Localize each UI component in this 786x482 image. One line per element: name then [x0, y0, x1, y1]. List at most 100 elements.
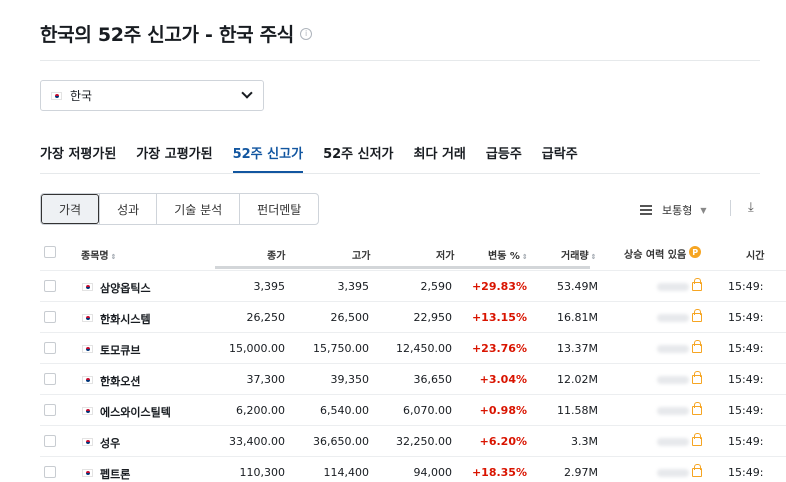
tab-most-active[interactable]: 최다 거래 — [414, 138, 466, 174]
time-cell: 15:49: — [728, 373, 764, 386]
row-checkbox[interactable] — [44, 373, 56, 385]
volume-cell: 11.58M — [557, 404, 598, 417]
price-cell: 37,300 — [246, 373, 286, 386]
price-cell: 6,200.00 — [236, 404, 285, 417]
tab-most-undervalued[interactable]: 가장 저평가된 — [40, 138, 116, 174]
change-cell: +3.04% — [479, 373, 527, 386]
header-volume-label: 거래량 — [561, 251, 589, 262]
korea-flag-icon — [51, 91, 62, 100]
low-cell: 22,950 — [413, 311, 453, 324]
header-price[interactable]: 종가 — [267, 247, 285, 262]
blurred-value — [657, 283, 689, 291]
download-icon[interactable]: ⤓ — [748, 200, 754, 215]
stock-name-link[interactable]: 에스와이스틸텍 — [100, 404, 171, 420]
tab-52-week-high[interactable]: 52주 신고가 — [232, 138, 304, 174]
stock-name-link[interactable]: 한화오션 — [100, 373, 140, 389]
header-name-label: 종목명 — [81, 251, 109, 262]
row-checkbox[interactable] — [44, 311, 56, 323]
stock-name-link[interactable]: 성우 — [100, 435, 120, 451]
screener-tabs: 가장 저평가된 가장 고평가된 52주 신고가 52주 신저가 최다 거래 급등… — [40, 138, 598, 174]
time-cell: 15:49: — [728, 311, 764, 324]
header-volume[interactable]: 거래량 ⇕ — [561, 247, 596, 262]
header-name[interactable]: 종목명 ⇕ — [81, 247, 116, 262]
table-row[interactable]: 한화오션 37,300 39,350 36,650 +3.04% 12.02M 15:49: — [40, 363, 786, 394]
table-row[interactable]: 에스와이스틸텍 6,200.00 6,540.00 6,070.00 +0.98% 11.… — [40, 394, 786, 425]
korea-flag-icon — [82, 438, 93, 446]
low-cell: 36,650 — [413, 373, 453, 386]
header-time[interactable]: 시간 — [746, 247, 764, 262]
high-cell: 15,750.00 — [313, 342, 369, 355]
sort-icon: ⇕ — [521, 253, 528, 261]
stock-name-link[interactable]: 한화시스템 — [100, 311, 151, 327]
table-row[interactable]: 토모큐브 15,000.00 15,750.00 12,450.00 +23.76% 13… — [40, 332, 786, 363]
table-row[interactable]: 삼양옵틱스 3,395 3,395 2,590 +29.83% 53.49M 15:49: — [40, 270, 786, 301]
row-checkbox[interactable] — [44, 466, 56, 478]
low-cell: 94,000 — [413, 466, 453, 479]
lock-icon[interactable] — [692, 340, 702, 353]
stock-name-link[interactable]: 삼양옵틱스 — [100, 280, 151, 296]
volume-cell: 12.02M — [557, 373, 598, 386]
lock-icon[interactable] — [692, 464, 702, 477]
lock-icon[interactable] — [692, 402, 702, 415]
volume-cell: 2.97M — [564, 466, 598, 479]
segment-fundamental[interactable]: 펀더멘탈 — [239, 194, 318, 224]
header-change-label: 변동 % — [488, 251, 520, 262]
korea-flag-icon — [82, 376, 93, 384]
lock-icon[interactable] — [692, 278, 702, 291]
header-upside[interactable]: 상승 여력 있음 P — [624, 246, 702, 261]
volume-cell: 13.37M — [557, 342, 598, 355]
tab-most-overvalued[interactable]: 가장 고평가된 — [136, 138, 212, 174]
blurred-value — [657, 376, 689, 384]
price-cell: 15,000.00 — [229, 342, 285, 355]
row-checkbox[interactable] — [44, 280, 56, 292]
density-select-label: 보통형 — [662, 204, 693, 217]
table-row[interactable]: 펩트론 110,300 114,400 94,000 +18.35% 2.97M 15:49… — [40, 456, 786, 482]
header-scroll-indicator — [215, 266, 590, 269]
high-cell: 114,400 — [323, 466, 370, 479]
lock-icon[interactable] — [692, 433, 702, 446]
stock-name-link[interactable]: 펩트론 — [100, 466, 130, 482]
chevron-down-icon — [241, 87, 253, 99]
stock-name-link[interactable]: 토모큐브 — [100, 342, 140, 358]
sort-icon: ⇕ — [110, 253, 117, 261]
low-cell: 12,450.00 — [396, 342, 452, 355]
info-icon[interactable]: i — [299, 27, 312, 40]
low-cell: 6,070.00 — [403, 404, 452, 417]
segment-price[interactable]: 가격 — [41, 194, 100, 224]
blurred-value — [657, 469, 689, 477]
table-row[interactable]: 한화시스템 26,250 26,500 22,950 +13.15% 16.81M 15:4… — [40, 301, 786, 332]
korea-flag-icon — [82, 407, 93, 415]
lock-icon[interactable] — [692, 371, 702, 384]
korea-flag-icon — [82, 283, 93, 291]
segment-technical[interactable]: 기술 분석 — [156, 194, 239, 224]
time-cell: 15:49: — [728, 466, 764, 479]
lock-icon[interactable] — [692, 309, 702, 322]
blurred-value — [657, 345, 689, 353]
row-checkbox[interactable] — [44, 342, 56, 354]
tab-top-losers[interactable]: 급락주 — [542, 138, 578, 174]
price-cell: 33,400.00 — [229, 435, 285, 448]
header-high[interactable]: 고가 — [352, 247, 370, 262]
high-cell: 39,350 — [330, 373, 370, 386]
density-select[interactable]: 보통형 ▼ — [640, 202, 707, 218]
country-select[interactable]: 한국 — [40, 80, 264, 111]
high-cell: 26,500 — [330, 311, 370, 324]
row-checkbox[interactable] — [44, 404, 56, 416]
row-checkbox[interactable] — [44, 435, 56, 447]
blurred-value — [657, 438, 689, 446]
change-cell: +6.20% — [479, 435, 527, 448]
page-title-text: 한국의 52주 신고가 - 한국 주식 — [40, 24, 294, 46]
select-all-checkbox[interactable] — [44, 246, 56, 258]
blurred-value — [657, 314, 689, 322]
price-cell: 110,300 — [239, 466, 286, 479]
tab-52-week-low[interactable]: 52주 신저가 — [323, 138, 393, 174]
header-change[interactable]: 변동 % ⇕ — [488, 247, 528, 262]
segment-performance[interactable]: 성과 — [99, 194, 156, 224]
tab-top-gainers[interactable]: 급등주 — [486, 138, 522, 174]
volume-cell: 3.3M — [571, 435, 598, 448]
time-cell: 15:49: — [728, 280, 764, 293]
change-cell: +23.76% — [471, 342, 527, 355]
header-low[interactable]: 저가 — [436, 247, 454, 262]
high-cell: 36,650.00 — [313, 435, 369, 448]
table-row[interactable]: 성우 33,400.00 36,650.00 32,250.00 +6.20% 3.3M 1… — [40, 425, 786, 456]
